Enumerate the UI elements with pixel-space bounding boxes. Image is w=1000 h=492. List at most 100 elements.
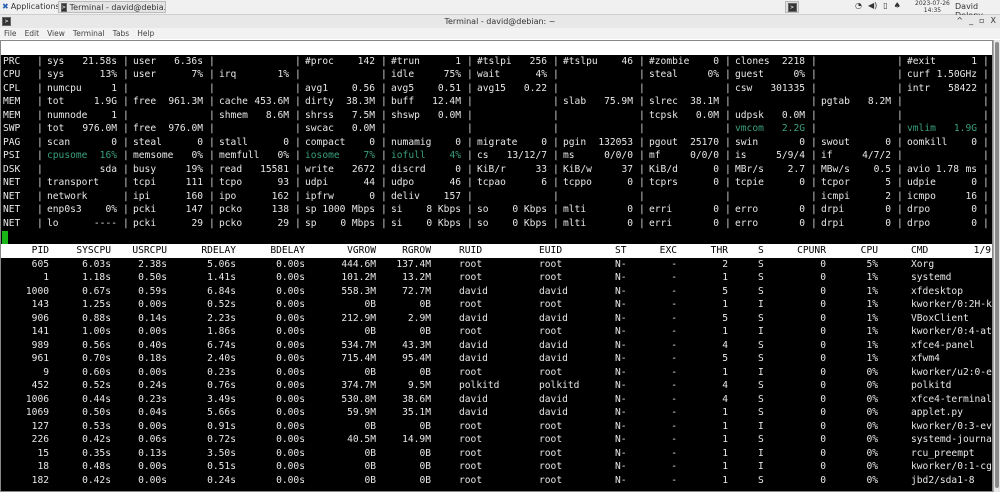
column-header-cpunr[interactable]: CPUNR bbox=[797, 244, 826, 258]
process-row[interactable]: 1069 0.50s 0.04s 5.66s 0.00s 59.9M 35.1M david d… bbox=[1, 406, 992, 420]
metric-value: 16% bbox=[99, 150, 117, 161]
column-header-cmd[interactable]: CMD bbox=[911, 244, 928, 258]
column-header-pid[interactable]: PID bbox=[32, 244, 49, 258]
metric-cell: #exit 1 bbox=[897, 55, 983, 69]
network-icon[interactable]: ◔ bbox=[855, 1, 862, 10]
process-row[interactable]: 906 0.88s 0.14s 2.23s 0.00s 212.9M 2.9M david da… bbox=[1, 312, 992, 326]
process-row[interactable]: 226 0.42s 0.06s 0.72s 0.00s 40.5M 14.9M root roo… bbox=[1, 433, 992, 447]
metric-cell: compact 0 bbox=[295, 136, 381, 150]
menu-tabs[interactable]: Tabs bbox=[113, 29, 130, 38]
shade-button[interactable]: ^ bbox=[956, 16, 963, 25]
process-row[interactable]: 452 0.52s 0.24s 0.76s 0.00s 374.7M 9.5M polkitd… bbox=[1, 379, 992, 393]
process-s: I bbox=[758, 299, 764, 310]
process-row[interactable]: 961 0.70s 0.18s 2.40s 0.00s 715.4M 95.4M david d… bbox=[1, 352, 992, 366]
workspace-terminal-button[interactable]: > bbox=[785, 1, 799, 13]
process-row[interactable]: 143 1.25s 0.00s 0.52s 0.00s 0B 0B root root N- - 1 I… bbox=[1, 298, 992, 312]
metric-cell: pgin 132053 bbox=[553, 136, 639, 150]
separator: | bbox=[467, 96, 473, 107]
process-rgrow: 0B bbox=[419, 326, 431, 337]
notification-bell-icon[interactable]: ♠ bbox=[894, 1, 901, 10]
column-header-exc[interactable]: EXC bbox=[660, 244, 677, 258]
metric-cell: tcpo 93 bbox=[209, 176, 295, 190]
process-row[interactable]: 15 0.35s 0.13s 3.50s 0.00s 0B 0B root root N- - 1 I 0… bbox=[1, 447, 992, 461]
process-usrcpu: 0.04s bbox=[138, 407, 167, 418]
process-st: N- bbox=[615, 258, 627, 270]
metric-value: 0.0M bbox=[351, 123, 375, 134]
process-row[interactable]: 1 1.18s 0.50s 1.41s 0.00s 101.2M 13.2M root root… bbox=[1, 271, 992, 285]
metric-cell: slab 75.9M bbox=[553, 95, 639, 109]
metric-cell: swin 0 bbox=[725, 136, 811, 150]
close-button[interactable]: X bbox=[991, 16, 996, 25]
metric-name: so bbox=[477, 204, 489, 215]
separator: | bbox=[209, 82, 215, 94]
separator: | bbox=[553, 123, 559, 134]
volume-icon[interactable]: ◀) bbox=[868, 1, 877, 10]
column-header-rdelay[interactable]: RDELAY bbox=[201, 244, 236, 258]
menu-view[interactable]: View bbox=[47, 29, 65, 38]
system-row-swp: SWP | tot 976.0M | free 976.0M | | swcac 0.0M | | | | |… bbox=[1, 122, 992, 136]
process-row[interactable]: 127 0.53s 0.00s 0.91s 0.00s 0B 0B root root N- - 1 I… bbox=[1, 420, 992, 434]
metric-cell: transport bbox=[37, 176, 123, 190]
column-header-usrcpu[interactable]: USRCPU bbox=[132, 244, 167, 258]
menu-help[interactable]: Help bbox=[137, 29, 154, 38]
process-pid: 1006 bbox=[25, 393, 49, 405]
process-rgrow: 0B bbox=[419, 447, 431, 459]
top-panel: ✖Applications⋮ >Terminal - david@debia..… bbox=[0, 0, 1000, 20]
process-ruid: david bbox=[459, 393, 488, 405]
process-thr: 5 bbox=[722, 312, 728, 324]
process-bdelay: 0.00s bbox=[276, 312, 305, 324]
column-header-bdelay[interactable]: BDELAY bbox=[270, 244, 305, 258]
column-header-syscpu[interactable]: SYSCPU bbox=[76, 244, 111, 258]
taskbar-terminal-button[interactable]: > Terminal - david@debia... bbox=[58, 1, 166, 13]
process-s: S bbox=[758, 285, 764, 297]
row-label: SWP bbox=[3, 123, 21, 134]
process-ruid: david bbox=[459, 285, 488, 297]
process-row[interactable]: 605 6.03s 2.38s 5.06s 0.00s 444.6M 137.4M root r… bbox=[1, 258, 992, 272]
metric-value: 2.2G bbox=[781, 123, 805, 134]
column-header-rgrow[interactable]: RGROW bbox=[402, 244, 431, 258]
menu-file[interactable]: File bbox=[4, 29, 17, 38]
process-row[interactable]: 989 0.56s 0.40s 6.74s 0.00s 534.7M 43.3M david d… bbox=[1, 339, 992, 353]
scrollbar-thumb[interactable] bbox=[995, 42, 999, 488]
column-header-euid[interactable]: EUID bbox=[539, 244, 562, 258]
metric-value: 0 bbox=[369, 190, 375, 202]
process-ruid: root bbox=[459, 299, 483, 310]
separator: | bbox=[983, 82, 989, 94]
column-header-s[interactable]: S bbox=[758, 244, 764, 258]
process-exc: - bbox=[671, 434, 677, 445]
process-rgrow: 0B bbox=[419, 474, 431, 486]
column-header-thr[interactable]: THR bbox=[711, 244, 728, 258]
process-row[interactable]: 141 1.00s 0.00s 1.86s 0.00s 0B 0B root root N- - 1 I… bbox=[1, 325, 992, 339]
process-cpunr: 0 bbox=[820, 258, 826, 270]
column-header-vgrow[interactable]: VGROW bbox=[347, 244, 376, 258]
process-vgrow: 101.2M bbox=[341, 272, 376, 283]
window-titlebar[interactable]: > Terminal - david@debian: ~ ^ _ ▫ X bbox=[0, 15, 1000, 28]
minimize-button[interactable]: _ bbox=[969, 16, 973, 25]
metric-cell: udpo 46 bbox=[381, 176, 467, 190]
process-row[interactable]: 9 0.60s 0.00s 0.23s 0.00s 0B 0B root root N- - 1 I 0 0… bbox=[1, 366, 992, 380]
terminal-output[interactable]: ATOP - debian 2023/07/26 14:35:20 ------… bbox=[0, 40, 993, 492]
process-st: N- bbox=[615, 285, 627, 297]
metric-value: 0 bbox=[627, 217, 633, 229]
column-header-cpu[interactable]: CPU bbox=[861, 244, 878, 258]
process-usrcpu: 0.24s bbox=[138, 380, 167, 391]
process-row[interactable]: 18 0.48s 0.00s 0.51s 0.00s 0B 0B root root N- - 1 I 0… bbox=[1, 460, 992, 474]
process-row[interactable]: 1006 0.44s 0.23s 3.49s 0.00s 530.8M 38.6M david… bbox=[1, 393, 992, 407]
metric-cell: icmpi 2 bbox=[811, 190, 897, 204]
process-row[interactable]: 182 0.42s 0.00s 0.24s 0.00s 0B 0B root root N- - 1 S… bbox=[1, 474, 992, 488]
process-vgrow: 0B bbox=[364, 299, 376, 310]
clipboard-icon[interactable]: ▯ bbox=[883, 1, 887, 10]
process-cpunr: 0 bbox=[820, 312, 826, 324]
column-header-ruid[interactable]: RUID bbox=[459, 244, 482, 258]
process-row[interactable]: 1000 0.67s 0.59s 6.84s 0.00s 558.3M 72.7M david… bbox=[1, 285, 992, 299]
terminal-scrollbar[interactable] bbox=[993, 40, 1000, 492]
process-rdelay: 0.52s bbox=[207, 299, 236, 310]
clock[interactable]: 2023-07-26 14:35 bbox=[915, 0, 950, 14]
maximize-button[interactable]: ▫ bbox=[979, 16, 984, 25]
process-pid: 143 bbox=[31, 299, 49, 310]
process-bdelay: 0.00s bbox=[276, 339, 305, 351]
column-header-st[interactable]: ST bbox=[615, 244, 627, 258]
menu-terminal[interactable]: Terminal bbox=[73, 29, 105, 38]
process-bdelay: 0.00s bbox=[276, 461, 305, 472]
menu-edit[interactable]: Edit bbox=[25, 29, 40, 38]
